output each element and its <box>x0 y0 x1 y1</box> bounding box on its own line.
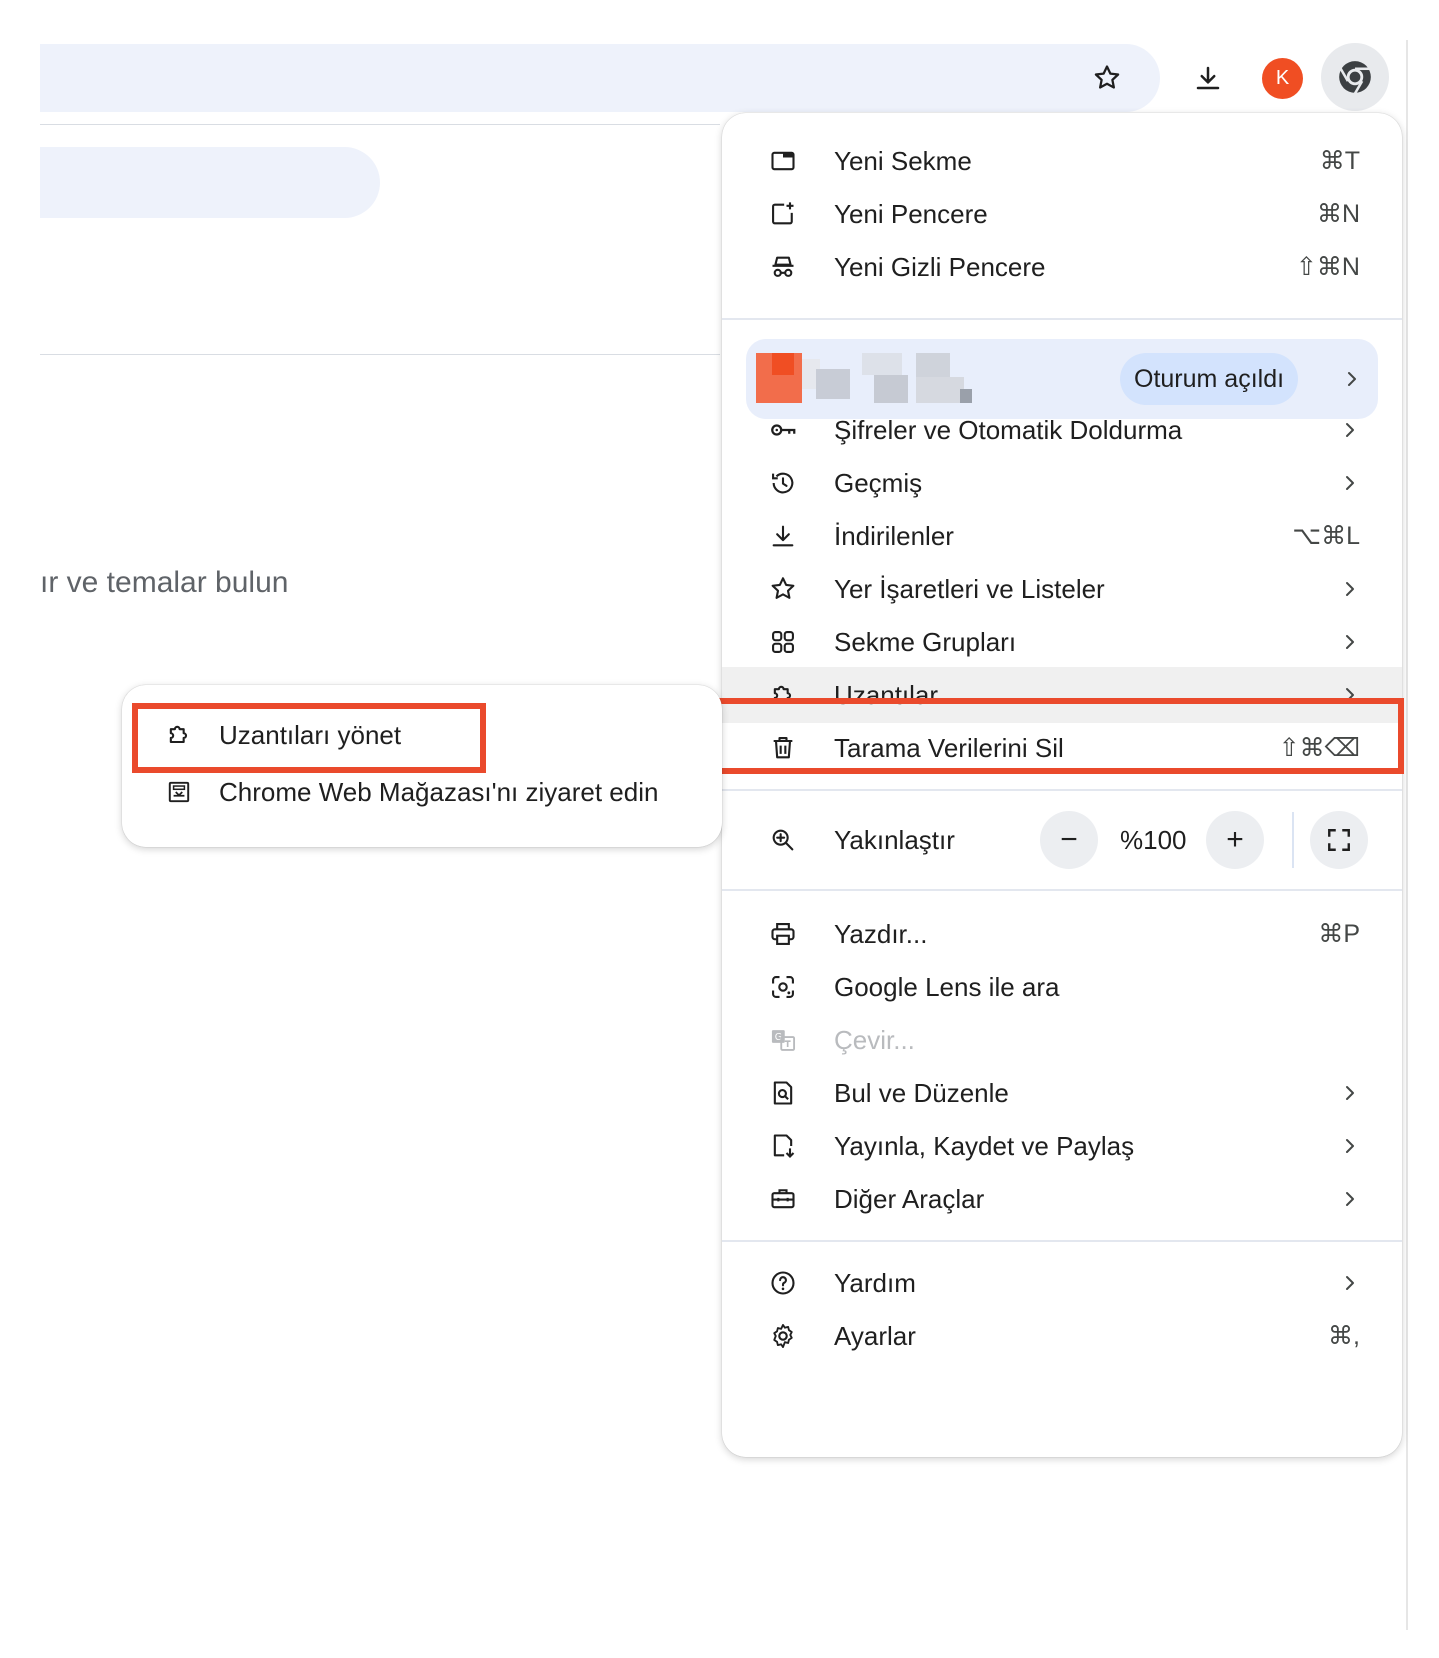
chevron-right-icon <box>1340 579 1360 599</box>
address-bar[interactable] <box>40 44 1160 112</box>
menu-item-passwords[interactable]: Şifreler ve Otomatik Doldurma <box>722 402 1402 458</box>
menu-separator <box>722 889 1402 891</box>
menu-item-new-tab[interactable]: Yeni Sekme ⌘T <box>722 133 1402 189</box>
lens-icon <box>768 972 798 1002</box>
profile-avatar[interactable]: K <box>1262 58 1303 99</box>
chrome-menu-button[interactable] <box>1321 43 1389 111</box>
chevron-right-icon <box>1340 1189 1360 1209</box>
divider <box>40 354 720 355</box>
chevron-right-icon <box>1340 1136 1360 1156</box>
page-heading: ır ve temalar bulun <box>40 566 289 599</box>
tab-groups-icon <box>768 627 798 657</box>
chevron-right-icon <box>1340 1273 1360 1293</box>
menu-item-google-lens[interactable]: Google Lens ile ara <box>722 959 1402 1015</box>
downloads-button[interactable] <box>1186 56 1230 100</box>
divider <box>40 124 720 125</box>
cast-save-share-icon <box>768 1131 798 1161</box>
menu-item-find-edit[interactable]: Bul ve Düzenle <box>722 1065 1402 1121</box>
new-window-icon <box>768 199 798 229</box>
chevron-right-icon <box>1340 1083 1360 1103</box>
fullscreen-icon <box>1328 829 1350 851</box>
bookmark-star-button[interactable] <box>1085 56 1129 100</box>
download-icon <box>1196 66 1220 90</box>
menu-item-tab-groups[interactable]: Sekme Grupları <box>722 614 1402 670</box>
menu-item-print[interactable]: Yazdır... ⌘P <box>722 906 1402 962</box>
menu-item-history[interactable]: Geçmiş <box>722 455 1402 511</box>
menu-item-zoom: Yakınlaştır − %100 + <box>722 805 1402 875</box>
chrome-icon <box>1339 61 1371 95</box>
highlight-box <box>132 703 486 773</box>
star-icon <box>768 574 798 604</box>
divider <box>1292 812 1294 868</box>
chrome-main-menu: Yeni Sekme ⌘T Yeni Pencere ⌘N Yeni Gizli… <box>722 113 1402 1457</box>
zoom-level: %100 <box>1120 824 1187 855</box>
chevron-right-icon <box>1340 632 1360 652</box>
zoom-in-icon <box>768 825 798 855</box>
chevron-right-icon <box>1340 473 1360 493</box>
menu-item-bookmarks[interactable]: Yer İşaretleri ve Listeler <box>722 561 1402 617</box>
menu-separator <box>722 1240 1402 1242</box>
menu-item-translate: G Çevir... <box>722 1012 1402 1068</box>
gear-icon <box>768 1321 798 1351</box>
menu-item-downloads[interactable]: İndirilenler ⌥⌘L <box>722 508 1402 564</box>
menu-item-new-window[interactable]: Yeni Pencere ⌘N <box>722 186 1402 242</box>
incognito-icon <box>768 252 798 282</box>
download-icon <box>768 521 798 551</box>
history-icon <box>768 468 798 498</box>
menu-item-incognito[interactable]: Yeni Gizli Pencere ⇧⌘N <box>722 239 1402 295</box>
menu-item-settings[interactable]: Ayarlar ⌘, <box>722 1308 1402 1364</box>
signed-in-chip: Oturum açıldı <box>1120 353 1299 405</box>
menu-separator <box>722 789 1402 791</box>
web-store-icon <box>164 777 194 807</box>
key-icon <box>768 415 798 445</box>
toolbox-icon <box>768 1184 798 1214</box>
print-icon <box>768 919 798 949</box>
help-icon <box>768 1268 798 1298</box>
menu-item-more-tools[interactable]: Diğer Araçlar <box>722 1171 1402 1227</box>
chevron-right-icon <box>1342 369 1362 389</box>
menu-separator <box>722 318 1402 320</box>
chevron-right-icon <box>1340 420 1360 440</box>
new-tab-icon <box>768 146 798 176</box>
search-field[interactable] <box>40 147 380 218</box>
fullscreen-button[interactable] <box>1310 811 1368 869</box>
find-icon <box>768 1078 798 1108</box>
highlight-box <box>714 698 1404 774</box>
menu-item-help[interactable]: Yardım <box>722 1255 1402 1311</box>
zoom-in-button[interactable]: + <box>1206 811 1264 869</box>
zoom-out-button[interactable]: − <box>1040 811 1098 869</box>
menu-item-cast-save-share[interactable]: Yayınla, Kaydet ve Paylaş <box>722 1118 1402 1174</box>
translate-icon: G <box>768 1025 798 1055</box>
scrollbar-track <box>1406 40 1408 1630</box>
star-icon <box>1094 65 1120 89</box>
